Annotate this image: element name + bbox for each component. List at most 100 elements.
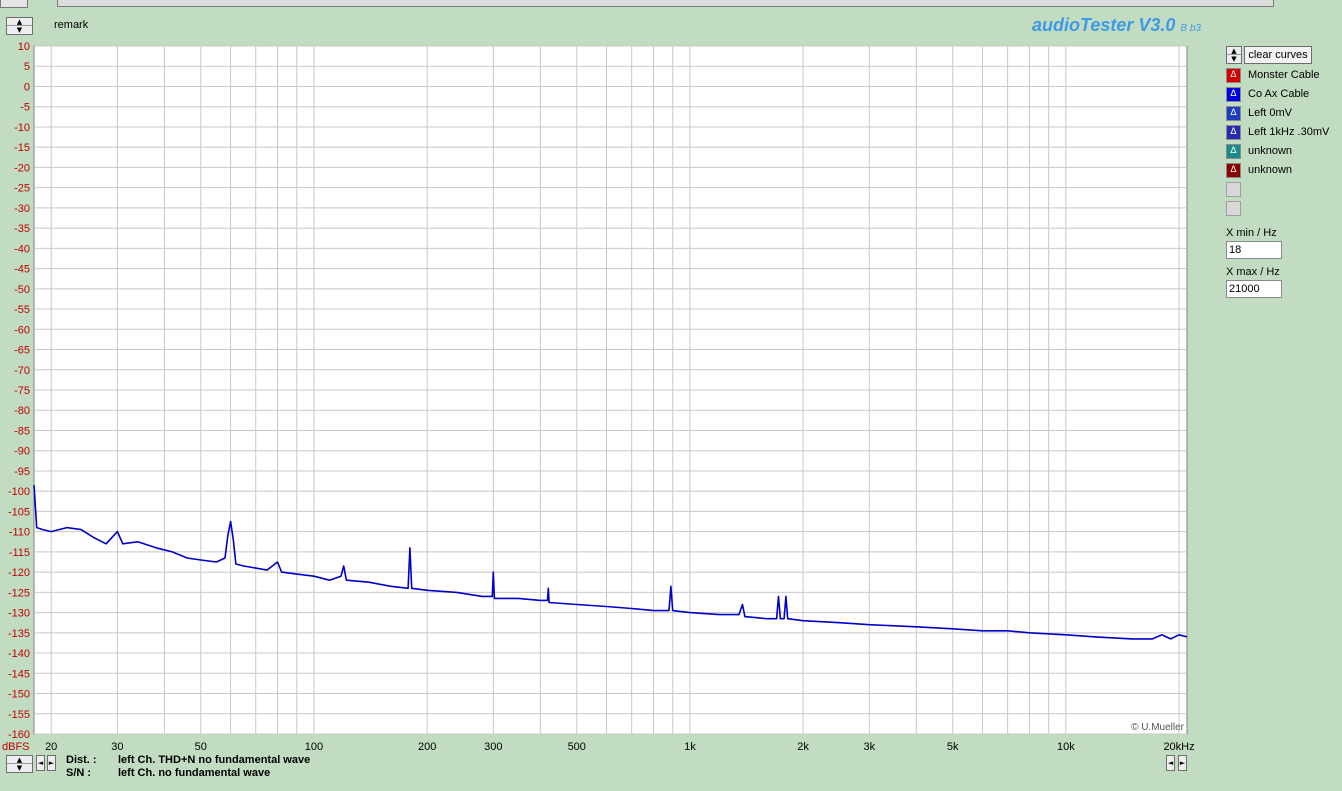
legend-label: unknown bbox=[1248, 145, 1293, 157]
xmin-label: X min / Hz bbox=[1226, 227, 1277, 239]
triangle-icon: Δ bbox=[1230, 89, 1237, 99]
y-tick-label: -45 bbox=[14, 264, 30, 276]
spin-up-icon[interactable]: ▲ bbox=[7, 18, 32, 26]
x-tick-label: 2k bbox=[797, 741, 809, 753]
legend-label: Co Ax Cable bbox=[1248, 88, 1310, 100]
x-tick-label: 300 bbox=[484, 741, 502, 753]
x-tick-label: 1k bbox=[684, 741, 696, 753]
x-tick-label: 30 bbox=[111, 741, 123, 753]
y-tick-label: 0 bbox=[24, 81, 30, 93]
y-tick-label: -150 bbox=[8, 689, 30, 701]
y-tick-label: -70 bbox=[14, 365, 30, 377]
y-tick-label: -135 bbox=[8, 628, 30, 640]
y-tick-label: -40 bbox=[14, 243, 30, 255]
y-tick-label: -65 bbox=[14, 345, 30, 357]
legend-label: Monster Cable bbox=[1248, 69, 1320, 81]
curve-color-toggle[interactable]: Δ bbox=[1226, 106, 1241, 121]
x-tick-label: 100 bbox=[305, 741, 323, 753]
y-tick-label: -35 bbox=[14, 223, 30, 235]
y-tick-label: -20 bbox=[14, 162, 30, 174]
legend-label: Left 0mV bbox=[1248, 107, 1293, 119]
x-tick-label: 5k bbox=[947, 741, 959, 753]
x-tick-label: 200 bbox=[418, 741, 436, 753]
y-tick-label: -120 bbox=[8, 567, 30, 579]
x-tick-label: 10k bbox=[1057, 741, 1075, 753]
triangle-icon: Δ bbox=[1230, 146, 1237, 156]
spin-up-icon[interactable]: ▲ bbox=[1227, 47, 1241, 55]
y-tick-label: -80 bbox=[14, 405, 30, 417]
curve-color-toggle[interactable]: Δ bbox=[1226, 68, 1241, 83]
spin-down-icon[interactable]: ▼ bbox=[7, 26, 32, 34]
curve-color-toggle[interactable]: Δ bbox=[1226, 125, 1241, 140]
copyright-text: © U.Mueller bbox=[1131, 722, 1185, 733]
x-tick-label: 50 bbox=[195, 741, 207, 753]
y-tick-label: -140 bbox=[8, 648, 30, 660]
y-tick-label: -95 bbox=[14, 466, 30, 478]
y-axis: 10 5 0 -5 -10 -15 -20 -25 -30 -35 -40 -45 -50 -55 -60 -… bbox=[8, 41, 30, 741]
x-axis: 20 30 50 100 200 300 500 1k 2k 3k 5k 10k 20kHz bbox=[45, 741, 1195, 753]
x-tick-label: 500 bbox=[568, 741, 586, 753]
nav-left-button[interactable]: ◄ bbox=[36, 755, 45, 771]
x-tick-label: 3k bbox=[863, 741, 875, 753]
dist-label: Dist. : bbox=[66, 754, 97, 766]
empty-curve-slot[interactable] bbox=[1226, 182, 1241, 197]
y-tick-label: -60 bbox=[14, 324, 30, 336]
empty-curve-slot[interactable] bbox=[1226, 201, 1241, 216]
triangle-icon: Δ bbox=[1230, 108, 1237, 118]
y-axis-label: dBFS bbox=[2, 741, 30, 753]
curve-color-toggle[interactable]: Δ bbox=[1226, 87, 1241, 102]
sn-label: S/N : bbox=[66, 767, 92, 779]
y-tick-label: -130 bbox=[8, 608, 30, 620]
app-title-text: audioTester V3.0 bbox=[1032, 15, 1176, 35]
x-tick-label: 20 bbox=[45, 741, 57, 753]
y-tick-label: -110 bbox=[9, 527, 30, 539]
y-tick-label: -160 bbox=[8, 729, 30, 741]
y-tick-label: -30 bbox=[14, 203, 30, 215]
scroll-left-button[interactable]: ◄ bbox=[1166, 755, 1175, 771]
dist-value: left Ch. THD+N no fundamental wave bbox=[118, 754, 311, 766]
y-tick-label: -145 bbox=[8, 668, 30, 680]
y-tick-label: -105 bbox=[8, 506, 30, 518]
spin-up-icon[interactable]: ▲ bbox=[7, 756, 32, 764]
y-tick-label: 10 bbox=[18, 41, 30, 53]
y-tick-label: 5 bbox=[24, 61, 30, 73]
y-tick-label: -100 bbox=[8, 486, 30, 498]
spin-down-icon[interactable]: ▼ bbox=[7, 764, 32, 772]
y-tick-label: -5 bbox=[20, 102, 30, 114]
sn-value: left Ch. no fundamental wave bbox=[118, 767, 271, 779]
nav-right-button[interactable]: ► bbox=[47, 755, 56, 771]
legend-label: Left 1kHz .30mV bbox=[1248, 126, 1330, 138]
y-tick-label: -90 bbox=[14, 446, 30, 458]
xmax-input[interactable] bbox=[1226, 280, 1282, 298]
y-tick-label: -55 bbox=[14, 304, 30, 316]
spin-down-icon[interactable]: ▼ bbox=[1227, 55, 1241, 63]
y-tick-label: -25 bbox=[14, 183, 30, 195]
spectrum-chart: 1050-5-10-15-20-25-30-35-40-45-50-55-60-… bbox=[2, 41, 1195, 753]
top-left-button[interactable] bbox=[0, 0, 28, 8]
x-tick-label: 20kHz bbox=[1163, 741, 1194, 753]
triangle-icon: Δ bbox=[1230, 165, 1237, 175]
y-tick-label: -155 bbox=[8, 709, 30, 721]
y-tick-label: -85 bbox=[14, 425, 30, 437]
clear-curves-button[interactable]: clear curves bbox=[1244, 46, 1312, 64]
y-tick-label: -125 bbox=[8, 587, 30, 599]
triangle-icon: Δ bbox=[1230, 70, 1237, 80]
top-scroll-field[interactable] bbox=[57, 0, 1274, 7]
scroll-right-button[interactable]: ► bbox=[1178, 755, 1187, 771]
xmax-label: X max / Hz bbox=[1226, 266, 1280, 278]
y-tick-label: -115 bbox=[9, 547, 30, 559]
remark-label: remark bbox=[54, 19, 89, 31]
y-tick-label: -10 bbox=[14, 122, 30, 134]
y-tick-label: -50 bbox=[14, 284, 30, 296]
y-tick-label: -75 bbox=[14, 385, 30, 397]
y-tick-label: -15 bbox=[14, 142, 30, 154]
legend-spinner[interactable]: ▲ ▼ bbox=[1226, 46, 1242, 64]
curve-color-toggle[interactable]: Δ bbox=[1226, 144, 1241, 159]
app-version: B b3 bbox=[1180, 23, 1201, 34]
triangle-icon: Δ bbox=[1230, 127, 1237, 137]
curve-color-toggle[interactable]: Δ bbox=[1226, 163, 1241, 178]
remark-spinner[interactable]: ▲ ▼ bbox=[6, 17, 33, 35]
app-title: audioTester V3.0 B b3 bbox=[1032, 15, 1201, 36]
xmin-input[interactable] bbox=[1226, 241, 1282, 259]
status-spinner[interactable]: ▲ ▼ bbox=[6, 755, 33, 773]
